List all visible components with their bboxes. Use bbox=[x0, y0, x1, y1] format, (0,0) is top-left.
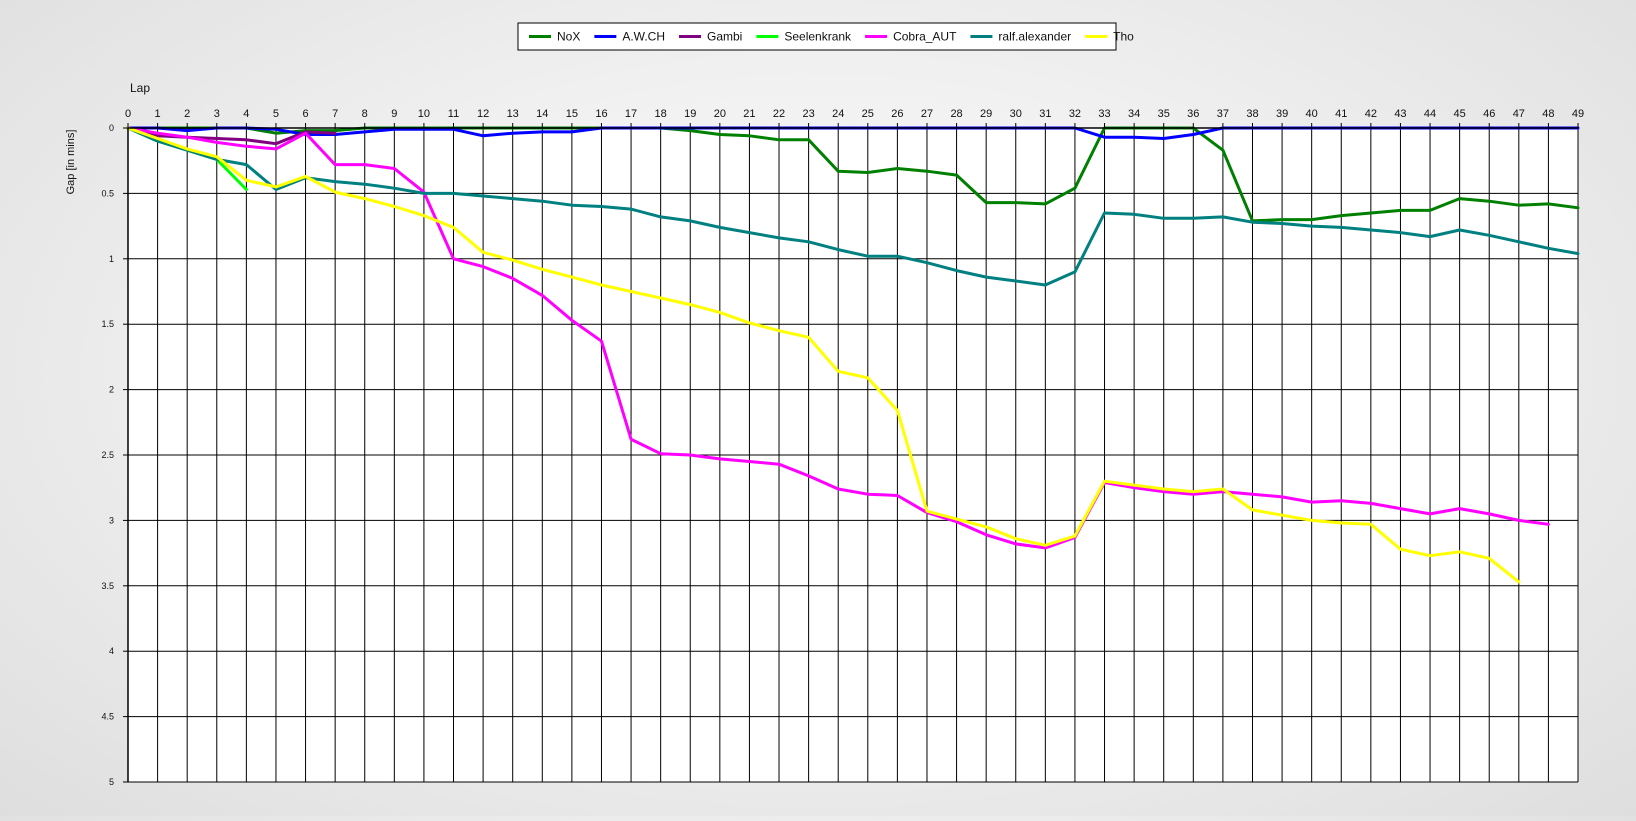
x-tick-label: 0 bbox=[125, 108, 131, 120]
x-tick-label: 13 bbox=[507, 108, 519, 120]
x-tick-label: 20 bbox=[714, 108, 726, 120]
x-tick-label: 5 bbox=[273, 108, 279, 120]
x-tick-label: 6 bbox=[302, 108, 308, 120]
legend-label-nox: NoX bbox=[557, 30, 580, 44]
x-tick-label: 24 bbox=[832, 108, 844, 120]
x-tick-label: 47 bbox=[1513, 108, 1525, 120]
legend-label-cobra-aut: Cobra_AUT bbox=[893, 30, 957, 44]
x-tick-label: 38 bbox=[1246, 108, 1258, 120]
x-tick-label: 49 bbox=[1572, 108, 1584, 120]
x-tick-label: 27 bbox=[921, 108, 933, 120]
x-tick-label: 31 bbox=[1039, 108, 1051, 120]
x-tick-label: 21 bbox=[743, 108, 755, 120]
x-tick-label: 33 bbox=[1098, 108, 1110, 120]
x-tick-label: 17 bbox=[625, 108, 637, 120]
y-tick-label: 4.5 bbox=[101, 712, 114, 722]
legend-label-tho: Tho bbox=[1113, 30, 1134, 44]
x-tick-label: 19 bbox=[684, 108, 696, 120]
x-tick-label: 36 bbox=[1187, 108, 1199, 120]
x-tick-label: 4 bbox=[243, 108, 249, 120]
x-tick-label: 48 bbox=[1542, 108, 1554, 120]
x-tick-label: 42 bbox=[1365, 108, 1377, 120]
x-tick-label: 16 bbox=[595, 108, 607, 120]
x-tick-label: 18 bbox=[655, 108, 667, 120]
x-tick-label: 10 bbox=[418, 108, 430, 120]
y-axis-title: Gap [in mins] bbox=[65, 130, 77, 195]
x-axis-title: Lap bbox=[130, 81, 150, 95]
legend: NoX A.W.CH Gambi Seelenkrank Cobra_AUT ralf.a… bbox=[517, 22, 1134, 51]
x-tick-label: 30 bbox=[1010, 108, 1022, 120]
x-tick-label: 15 bbox=[566, 108, 578, 120]
y-tick-label: 0.5 bbox=[101, 188, 114, 198]
x-tick-label: 25 bbox=[862, 108, 874, 120]
x-tick-label: 43 bbox=[1394, 108, 1406, 120]
y-tick-label: 1 bbox=[109, 254, 114, 264]
x-tick-label: 40 bbox=[1306, 108, 1318, 120]
y-tick-label: 1.5 bbox=[101, 319, 114, 329]
x-tick-label: 45 bbox=[1454, 108, 1466, 120]
x-tick-label: 12 bbox=[477, 108, 489, 120]
y-tick-label: 2 bbox=[109, 385, 114, 395]
x-tick-label: 35 bbox=[1158, 108, 1170, 120]
x-tick-label: 29 bbox=[980, 108, 992, 120]
x-tick-label: 37 bbox=[1217, 108, 1229, 120]
x-tick-label: 14 bbox=[536, 108, 548, 120]
x-tick-label: 34 bbox=[1128, 108, 1140, 120]
x-tick-label: 22 bbox=[773, 108, 785, 120]
x-tick-label: 3 bbox=[214, 108, 220, 120]
chart-svg: NoX A.W.CH Gambi Seelenkrank Cobra_AUT ralf.a… bbox=[65, 22, 1584, 787]
y-tick-label: 5 bbox=[109, 777, 114, 787]
x-tick-label: 11 bbox=[448, 108, 459, 120]
x-tick-label: 9 bbox=[391, 108, 397, 120]
x-tick-label: 7 bbox=[332, 108, 338, 120]
y-tick-label: 4 bbox=[109, 646, 114, 656]
x-tick-label: 2 bbox=[184, 108, 190, 120]
x-tick-label: 28 bbox=[950, 108, 962, 120]
x-tick-label: 32 bbox=[1069, 108, 1081, 120]
y-tick-label: 3 bbox=[109, 515, 114, 525]
y-tick-label: 3.5 bbox=[101, 581, 114, 591]
x-tick-label: 26 bbox=[891, 108, 903, 120]
lap-gap-chart: NoX A.W.CH Gambi Seelenkrank Cobra_AUT ralf.a… bbox=[0, 0, 1636, 816]
x-tick-label: 44 bbox=[1424, 108, 1436, 120]
y-tick-label: 2.5 bbox=[101, 450, 114, 460]
x-tick-label: 46 bbox=[1483, 108, 1495, 120]
y-tick-label: 0 bbox=[109, 123, 114, 133]
grid bbox=[127, 127, 1579, 783]
x-tick-label: 8 bbox=[362, 108, 368, 120]
x-tick-label: 23 bbox=[802, 108, 814, 120]
legend-label-ralf-alexander: ralf.alexander bbox=[998, 30, 1071, 44]
x-tick-label: 1 bbox=[155, 108, 161, 120]
x-tick-label: 41 bbox=[1335, 108, 1347, 120]
legend-label-seelenkrank: Seelenkrank bbox=[784, 30, 852, 44]
legend-label-a-w-ch: A.W.CH bbox=[622, 30, 665, 44]
x-tick-label: 39 bbox=[1276, 108, 1288, 120]
legend-label-gambi: Gambi bbox=[707, 30, 742, 44]
